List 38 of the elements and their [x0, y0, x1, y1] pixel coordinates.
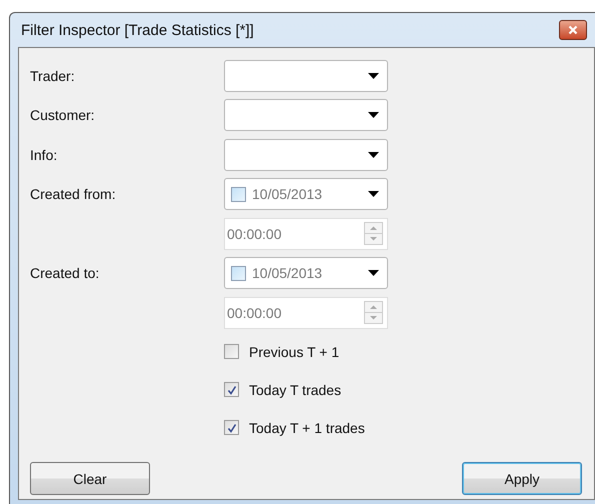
date-checkbox[interactable]: [231, 186, 246, 202]
field-label: Created from:: [30, 186, 117, 202]
window-title: Filter Inspector [Trade Statistics [*]]: [21, 22, 254, 38]
checkbox-label: Previous T + 1: [249, 344, 340, 360]
close-button[interactable]: [559, 20, 587, 40]
apply-button[interactable]: Apply: [462, 462, 582, 495]
time-field[interactable]: 00:00:00: [224, 218, 388, 250]
date-field[interactable]: 10/05/2013: [224, 257, 388, 290]
dropdown-field[interactable]: [224, 138, 388, 171]
date-value: 10/05/2013: [252, 186, 324, 202]
dropdown-arrow-icon[interactable]: [368, 152, 379, 158]
checkbox-label: Today T trades: [249, 382, 342, 398]
field-label: Trader:: [30, 68, 76, 84]
checkbox[interactable]: [224, 344, 239, 359]
date-field[interactable]: 10/05/2013: [224, 178, 388, 210]
dropdown-arrow-icon[interactable]: [368, 191, 379, 198]
checkmark-icon: [226, 422, 236, 432]
checkmark-icon: [226, 384, 236, 394]
date-value: 10/05/2013: [252, 265, 324, 282]
time-value: 00:00:00: [227, 226, 282, 242]
dropdown-field[interactable]: [224, 60, 388, 92]
clear-button[interactable]: Clear: [30, 462, 150, 495]
time-value: 00:00:00: [227, 304, 282, 321]
dropdown-field[interactable]: [224, 99, 388, 132]
checkbox[interactable]: [224, 382, 239, 397]
field-label: Created to:: [30, 265, 100, 282]
field-label: Customer:: [30, 107, 96, 124]
checkbox-label: Today T + 1 trades: [249, 420, 365, 436]
dropdown-arrow-icon[interactable]: [368, 112, 379, 118]
field-label: Info:: [30, 146, 58, 163]
date-checkbox[interactable]: [231, 266, 246, 281]
time-field[interactable]: 00:00:00: [224, 296, 388, 329]
spinner-arrows-icon[interactable]: [364, 301, 383, 324]
spinner-arrows-icon[interactable]: [364, 222, 383, 246]
close-icon[interactable]: [568, 25, 578, 35]
dropdown-arrow-icon[interactable]: [368, 72, 379, 79]
checkbox[interactable]: [224, 420, 239, 435]
dropdown-arrow-icon[interactable]: [368, 270, 379, 276]
